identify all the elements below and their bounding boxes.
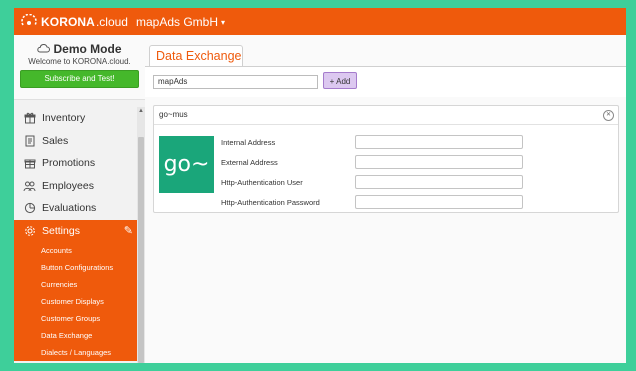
pie-chart-icon: [23, 202, 36, 215]
cloud-icon: [37, 42, 51, 56]
submenu-item-customer-groups[interactable]: Customer Groups: [14, 310, 137, 327]
present-icon: [23, 157, 36, 170]
internal-address-input[interactable]: [355, 135, 523, 149]
tab-data-exchange[interactable]: Data Exchange: [149, 45, 243, 66]
scrollbar-thumb[interactable]: [138, 137, 144, 363]
submenu-item-customer-displays[interactable]: Customer Displays: [14, 293, 137, 310]
sidebar-scrollbar[interactable]: ▲: [137, 107, 145, 363]
demo-welcome: Welcome to KORONA.cloud.: [28, 57, 131, 66]
field-internal-address: Internal Address: [221, 135, 523, 149]
field-label: Internal Address: [221, 137, 276, 147]
company-name: mapAds GmbH: [135, 14, 218, 29]
field-label: External Address: [221, 157, 278, 167]
subscribe-button[interactable]: Subscribe and Test!: [20, 70, 139, 88]
toolbar: mapAds + Add: [145, 67, 626, 97]
submenu-item-data-exchange[interactable]: Data Exchange: [14, 327, 137, 344]
card-title: go~mus: [159, 110, 188, 119]
card-header: go~mus ✕: [154, 106, 618, 125]
submenu-item-dialects-languages[interactable]: Dialects / Languages: [14, 344, 137, 361]
sidebar-item-employees[interactable]: Employees: [14, 175, 137, 198]
sidebar-item-sales[interactable]: Sales: [14, 130, 137, 153]
gift-icon: [23, 112, 36, 125]
sidebar-item-label: Evaluations: [42, 202, 97, 215]
gear-icon: [23, 224, 36, 237]
search-input[interactable]: mapAds: [153, 75, 318, 89]
main-content: Data Exchange mapAds + Add go~mus ✕ go~ …: [145, 35, 626, 363]
scroll-up-arrow-icon[interactable]: ▲: [137, 107, 145, 115]
top-bar: KORONA .cloud mapAds GmbH ▾: [14, 8, 626, 35]
http-password-input[interactable]: [355, 195, 523, 209]
submenu-item-button-configurations[interactable]: Button Configurations: [14, 259, 137, 276]
brand-name: KORONA: [41, 14, 95, 29]
main-menu: Inventory Sales Promotions Employees Eva…: [14, 107, 137, 361]
demo-title-text: Demo Mode: [53, 42, 122, 56]
sidebar: Demo Mode Welcome to KORONA.cloud. Subsc…: [14, 35, 146, 363]
sidebar-item-evaluations[interactable]: Evaluations: [14, 197, 137, 220]
demo-title: Demo Mode: [14, 42, 145, 56]
sidebar-item-inventory[interactable]: Inventory: [14, 107, 137, 130]
korona-logo-icon: [20, 13, 38, 30]
external-address-input[interactable]: [355, 155, 523, 169]
submenu-item-currencies[interactable]: Currencies: [14, 276, 137, 293]
brand-suffix: .cloud: [95, 14, 128, 29]
edit-icon[interactable]: ✎: [124, 224, 133, 237]
field-external-address: External Address: [221, 155, 523, 169]
sidebar-item-label: Employees: [42, 179, 94, 192]
sidebar-item-label: Settings: [42, 224, 80, 237]
chevron-down-icon: ▾: [221, 17, 226, 27]
settings-submenu: Accounts Button Configurations Currencie…: [14, 242, 137, 361]
integration-card: go~mus ✕ go~ Internal Address External A…: [153, 105, 619, 213]
demo-panel: Demo Mode Welcome to KORONA.cloud. Subsc…: [14, 35, 145, 100]
company-selector[interactable]: mapAds GmbH ▾: [136, 15, 225, 29]
sidebar-item-settings[interactable]: Settings ✎: [14, 219, 137, 242]
submenu-item-accounts[interactable]: Accounts: [14, 242, 137, 259]
field-label: Http-Authentication User: [221, 177, 303, 187]
korona-logo[interactable]: KORONA .cloud: [20, 13, 128, 30]
add-button[interactable]: + Add: [323, 72, 357, 89]
app-window: KORONA .cloud mapAds GmbH ▾ Demo Mode We…: [14, 8, 626, 363]
receipt-icon: [23, 134, 36, 147]
field-label: Http-Authentication Password: [221, 197, 320, 207]
sidebar-item-label: Promotions: [42, 157, 96, 170]
sidebar-item-label: Inventory: [42, 112, 86, 125]
close-icon[interactable]: ✕: [603, 110, 614, 121]
field-http-password: Http-Authentication Password: [221, 195, 523, 209]
sidebar-item-promotions[interactable]: Promotions: [14, 152, 137, 175]
http-user-input[interactable]: [355, 175, 523, 189]
sidebar-item-label: Sales: [42, 134, 69, 147]
gomus-logo: go~: [159, 136, 214, 193]
field-http-user: Http-Authentication User: [221, 175, 523, 189]
users-icon: [23, 179, 36, 192]
